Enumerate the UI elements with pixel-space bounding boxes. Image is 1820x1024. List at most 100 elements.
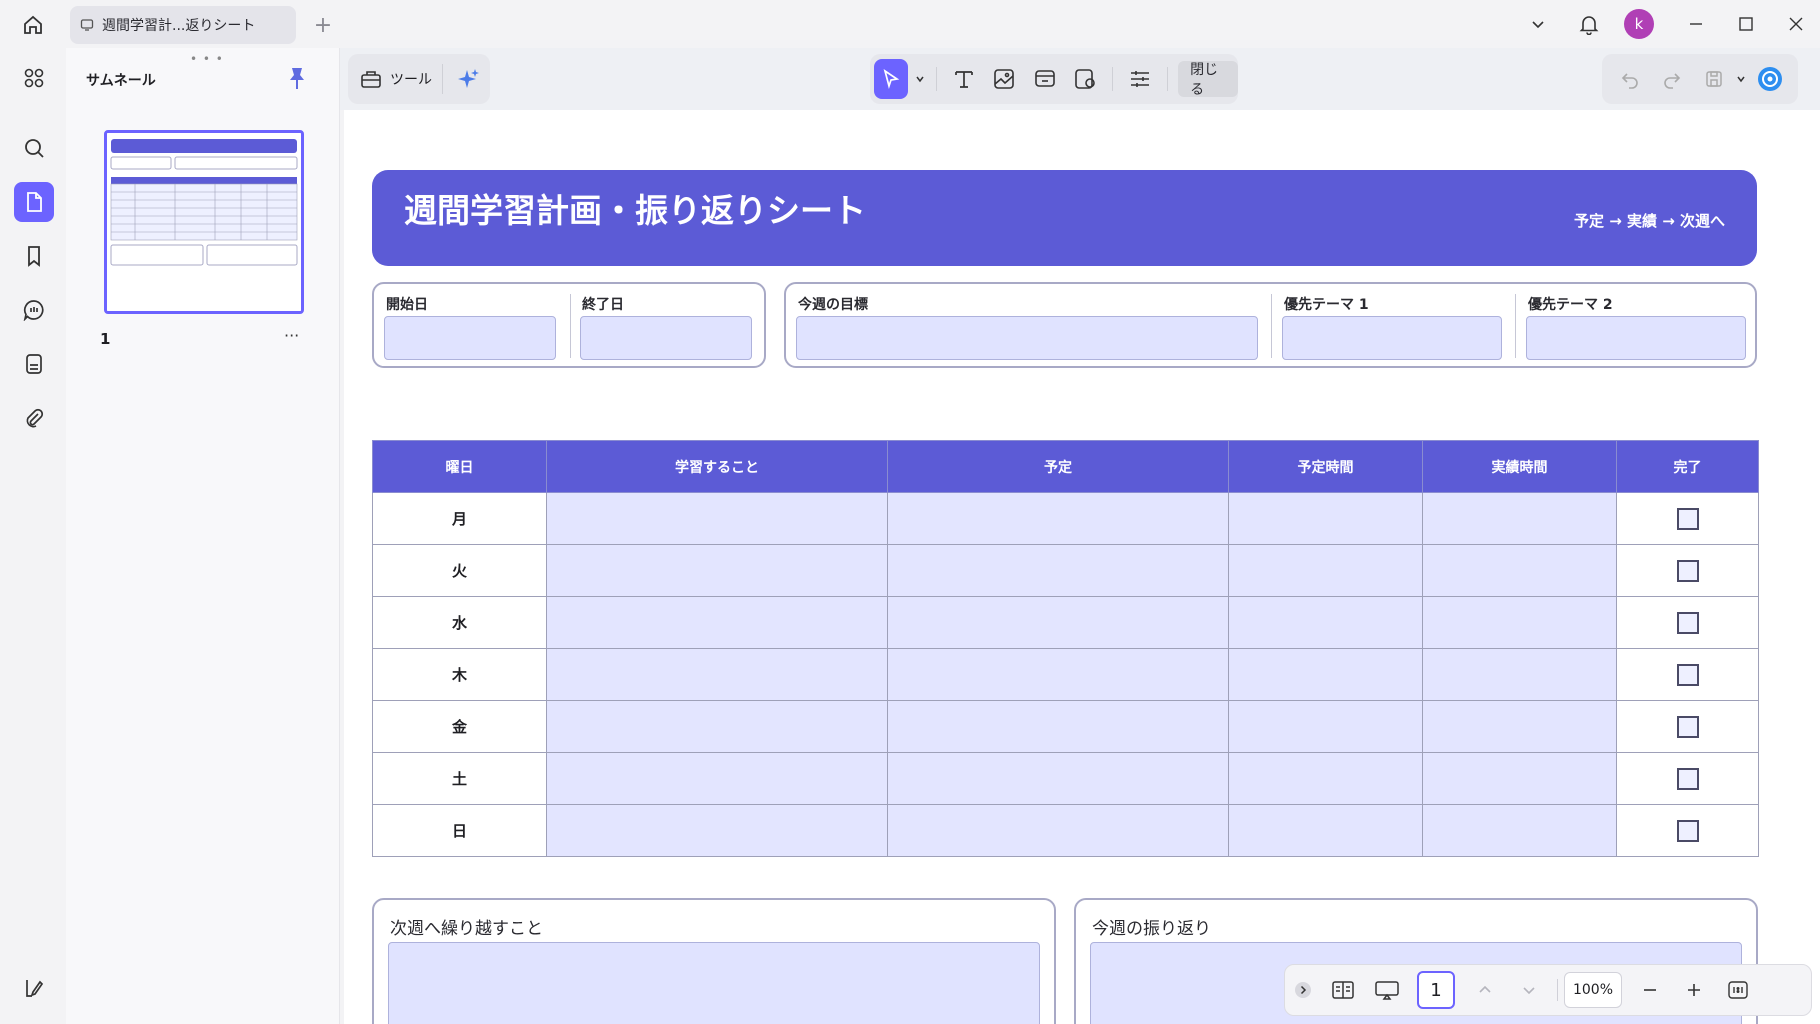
actual-time-field[interactable] (1422, 700, 1617, 753)
thumbnail-panel: • • • サムネール 1 ··· (66, 48, 340, 1024)
planned-time-field[interactable] (1228, 544, 1423, 597)
actual-time-field[interactable] (1422, 648, 1617, 701)
rail-apps-button[interactable] (14, 58, 54, 98)
properties-button[interactable] (1123, 59, 1157, 99)
panel-resize-grip[interactable]: • • • (190, 52, 224, 66)
rail-attachments-button[interactable] (14, 398, 54, 438)
done-checkbox[interactable] (1676, 819, 1699, 842)
study-item-field[interactable] (546, 700, 888, 753)
actual-time-field[interactable] (1422, 544, 1617, 597)
plan-field[interactable] (887, 596, 1229, 649)
collapse-nav-button[interactable] (1285, 970, 1321, 1010)
maximize-button[interactable] (1730, 8, 1762, 40)
stamp-tool-button[interactable] (1068, 59, 1102, 99)
done-cell (1616, 544, 1759, 597)
account-button[interactable]: k (1622, 8, 1656, 40)
link-tool-button[interactable] (1028, 59, 1062, 99)
home-button[interactable] (18, 10, 48, 40)
rail-bookmarks-button[interactable] (14, 236, 54, 276)
undo-icon (1621, 73, 1638, 89)
thumbnail-more-button[interactable]: ··· (284, 326, 299, 345)
select-tool-dropdown[interactable] (914, 74, 926, 84)
done-checkbox[interactable] (1676, 507, 1699, 530)
image-icon (994, 69, 1015, 89)
actual-time-field[interactable] (1422, 492, 1617, 545)
done-cell (1616, 700, 1759, 753)
carry-over-field[interactable] (388, 942, 1040, 1024)
priority-theme-1-field[interactable] (1282, 316, 1502, 360)
study-item-field[interactable] (546, 804, 888, 857)
presentation-button[interactable] (1365, 970, 1409, 1010)
plan-field[interactable] (887, 752, 1229, 805)
notifications-button[interactable] (1572, 8, 1606, 40)
study-item-field[interactable] (546, 492, 888, 545)
weekly-goal-field[interactable] (796, 316, 1258, 360)
tab-list-button[interactable] (1522, 8, 1554, 40)
tools-group: ツール (348, 54, 490, 104)
rail-thumbnails-button[interactable] (14, 182, 54, 222)
chevron-right-icon (1295, 982, 1311, 998)
previous-page-button[interactable] (1463, 970, 1507, 1010)
save-button[interactable] (1694, 59, 1734, 99)
image-tool-button[interactable] (987, 59, 1021, 99)
next-page-button[interactable] (1507, 970, 1551, 1010)
minimize-icon (1690, 23, 1702, 25)
page-layout-button[interactable] (1321, 970, 1365, 1010)
page-thumbnail[interactable] (104, 130, 304, 314)
study-item-field[interactable] (546, 544, 888, 597)
document-tab[interactable]: 週間学習計...返りシート (70, 6, 296, 44)
close-editing-button[interactable]: 閉じる (1178, 61, 1239, 98)
redo-button[interactable] (1652, 59, 1692, 99)
planned-time-field[interactable] (1228, 752, 1423, 805)
planned-time-field[interactable] (1228, 804, 1423, 857)
actual-size-button[interactable] (1716, 970, 1760, 1010)
presentation-icon (1375, 981, 1399, 1000)
start-date-field[interactable] (384, 316, 556, 360)
planned-time-field[interactable] (1228, 596, 1423, 649)
ai-assistant-button[interactable] (449, 59, 489, 99)
rail-comments-button[interactable] (14, 290, 54, 330)
current-page-input[interactable]: 1 (1417, 971, 1455, 1009)
zoom-out-button[interactable] (1628, 970, 1672, 1010)
save-dropdown[interactable] (1736, 74, 1748, 84)
text-tool-button[interactable] (947, 59, 981, 99)
plan-field[interactable] (887, 700, 1229, 753)
done-checkbox[interactable] (1676, 767, 1699, 790)
plan-field[interactable] (887, 648, 1229, 701)
done-checkbox[interactable] (1676, 715, 1699, 738)
actual-time-field[interactable] (1422, 596, 1617, 649)
tools-button[interactable]: ツール (360, 64, 443, 94)
planned-time-field[interactable] (1228, 492, 1423, 545)
close-window-button[interactable] (1780, 8, 1812, 40)
plan-field[interactable] (887, 804, 1229, 857)
ai-orb-icon (1758, 67, 1782, 91)
minimize-button[interactable] (1680, 8, 1712, 40)
sliders-icon (1131, 71, 1150, 87)
table-row: 火 (372, 544, 1759, 597)
end-date-field[interactable] (580, 316, 752, 360)
study-item-field[interactable] (546, 648, 888, 701)
rail-forms-button[interactable] (14, 344, 54, 384)
planned-time-field[interactable] (1228, 648, 1423, 701)
actual-time-field[interactable] (1422, 752, 1617, 805)
done-checkbox[interactable] (1676, 559, 1699, 582)
rail-search-button[interactable] (14, 128, 54, 168)
study-item-field[interactable] (546, 596, 888, 649)
undo-button[interactable] (1610, 59, 1650, 99)
rail-settings-button[interactable] (14, 968, 54, 1008)
zoom-in-button[interactable] (1672, 970, 1716, 1010)
actual-time-field[interactable] (1422, 804, 1617, 857)
plan-field[interactable] (887, 544, 1229, 597)
select-tool-button[interactable] (874, 59, 909, 99)
study-item-field[interactable] (546, 752, 888, 805)
zoom-level[interactable]: 100% (1564, 972, 1622, 1008)
plan-field[interactable] (887, 492, 1229, 545)
done-checkbox[interactable] (1676, 663, 1699, 686)
planned-time-field[interactable] (1228, 700, 1423, 753)
done-checkbox[interactable] (1676, 611, 1699, 634)
priority-theme-2-field[interactable] (1526, 316, 1746, 360)
new-tab-button[interactable]: + (310, 12, 336, 38)
pin-panel-button[interactable] (286, 66, 312, 92)
ai-chat-button[interactable] (1750, 59, 1790, 99)
bookmark-icon (28, 246, 40, 267)
